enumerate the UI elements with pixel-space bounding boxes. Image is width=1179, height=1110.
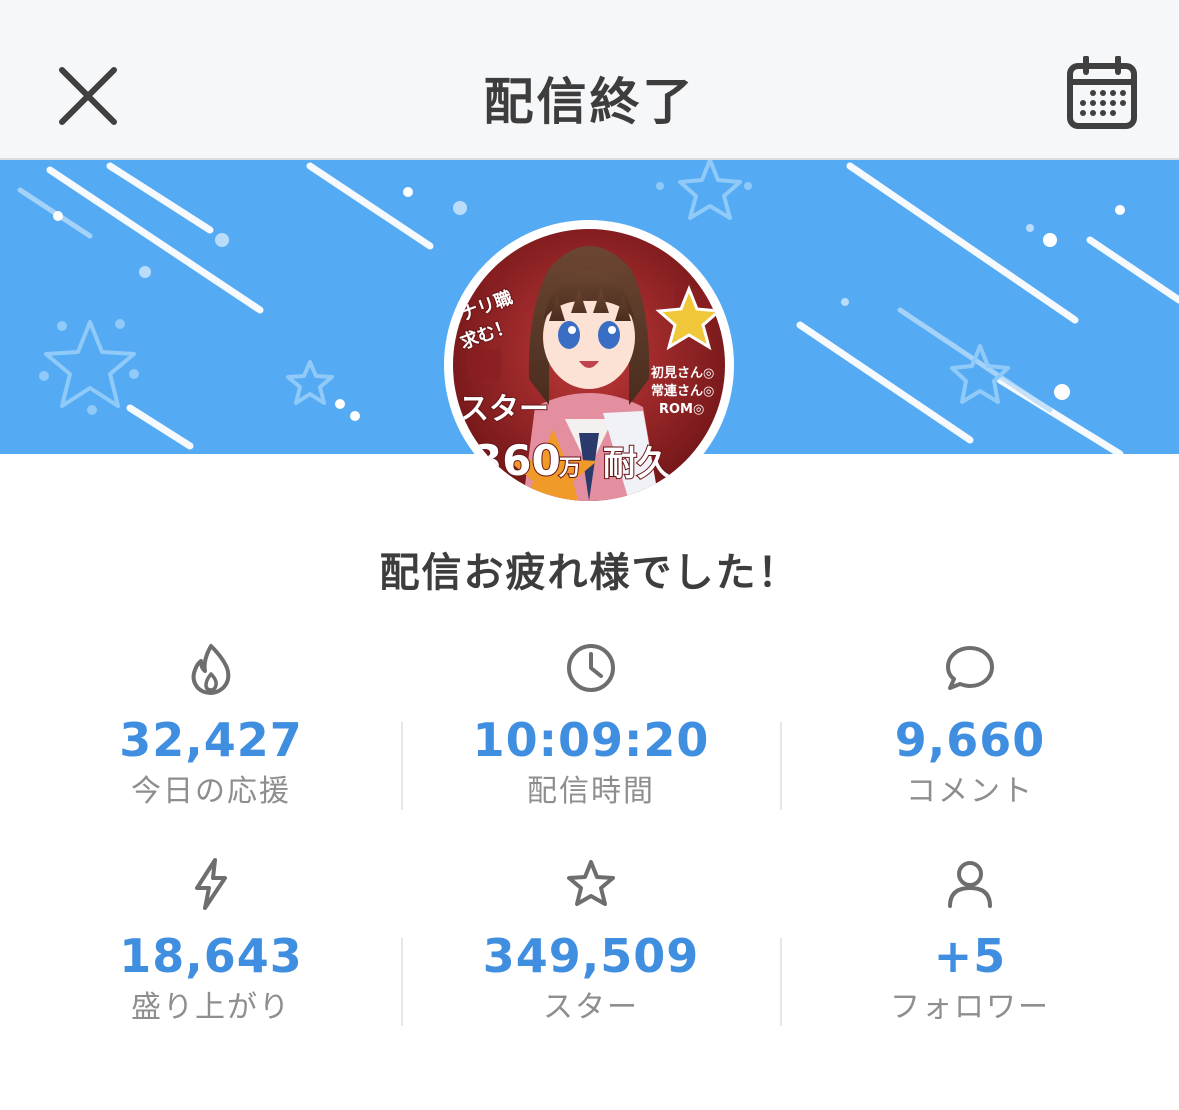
stat-label: コメント [906,774,1034,809]
stat-label: スター [543,990,639,1025]
stat-value: 9,660 [894,713,1046,767]
stat-excitement: 18,643 盛り上がり [21,856,401,1028]
stat-value: +5 [933,929,1007,983]
stat-label: 今日の応援 [131,774,291,809]
calendar-button[interactable] [1064,55,1140,132]
stat-stream-time: 10:09:20 配信時間 [401,640,781,812]
lightning-icon [195,858,227,910]
stat-label: 配信時間 [527,774,655,809]
avatar-image: スター 360 万 耐久 ナリ職 求む！ 初見さん◎ 常連さん◎ ROM◎ [453,229,725,501]
stat-support: 32,427 今日の応援 [21,640,401,812]
stat-value: 18,643 [119,929,303,983]
star-icon [567,860,615,906]
avatar-illustration: スター 360 万 耐久 ナリ職 求む！ 初見さん◎ 常連さん◎ ROM◎ [453,229,725,501]
svg-text:360: 360 [473,436,561,485]
person-icon [948,861,992,908]
svg-text:万: 万 [558,456,581,481]
svg-text:ROM◎: ROM◎ [659,402,704,417]
greeting-message: 配信お疲れ様でした！ [379,550,800,596]
stat-value: 10:09:20 [472,713,710,767]
svg-text:常連さん◎: 常連さん◎ [651,383,714,399]
svg-text:スター: スター [459,392,549,427]
avatar[interactable]: スター 360 万 耐久 ナリ職 求む！ 初見さん◎ 常連さん◎ ROM◎ [444,220,734,510]
stat-value: 32,427 [119,713,303,767]
comment-icon [946,646,994,690]
stat-followers: +5 フォロワー [780,856,1160,1028]
flame-icon [191,644,231,695]
page-title: 配信終了 [483,73,696,131]
svg-text:初見さん◎: 初見さん◎ [651,365,714,381]
svg-text:耐久: 耐久 [603,444,671,484]
header-bar: 配信終了 [0,0,1179,160]
stat-label: フォロワー [890,990,1050,1025]
stat-value: 349,509 [482,929,700,983]
stat-stars: 349,509 スター [401,856,781,1028]
stat-label: 盛り上がり [131,990,291,1025]
clock-icon [567,644,615,692]
calendar-icon [1067,55,1137,129]
stat-comments: 9,660 コメント [780,640,1160,812]
